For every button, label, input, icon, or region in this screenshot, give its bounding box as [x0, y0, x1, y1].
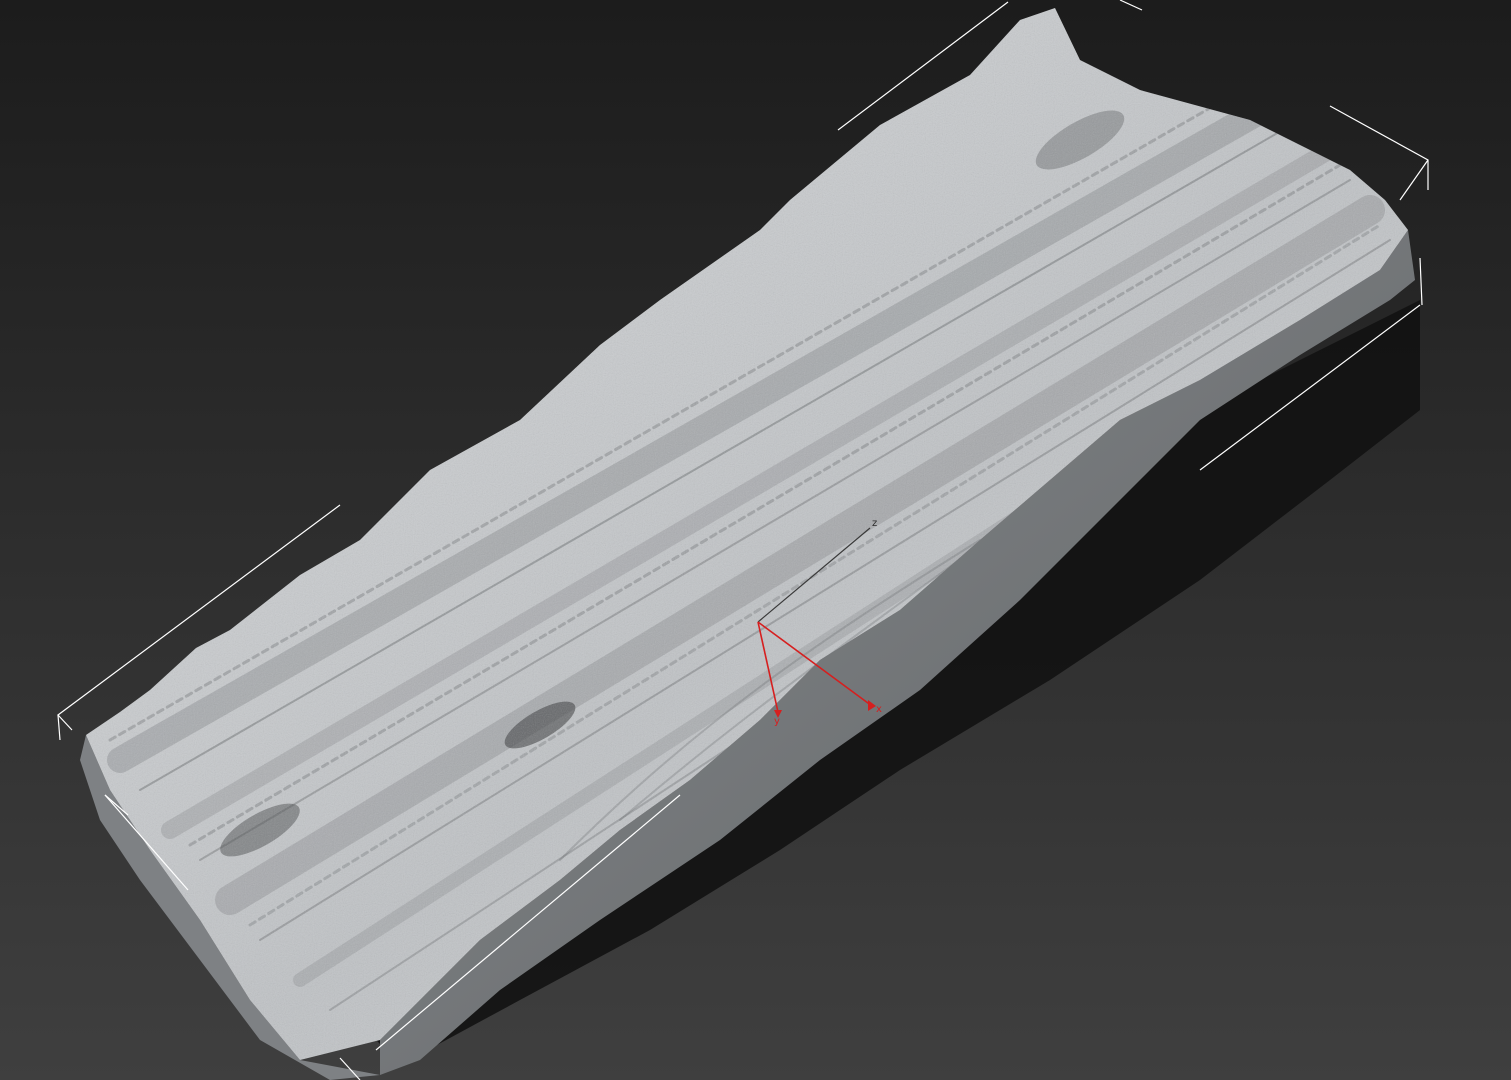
viewport-canvas[interactable]: z y x — [0, 0, 1511, 1080]
gizmo-x-label: x — [876, 704, 882, 715]
3d-viewport[interactable]: z y x — [0, 0, 1511, 1080]
gizmo-y-label: y — [774, 716, 780, 727]
gizmo-z-label: z — [872, 518, 877, 529]
